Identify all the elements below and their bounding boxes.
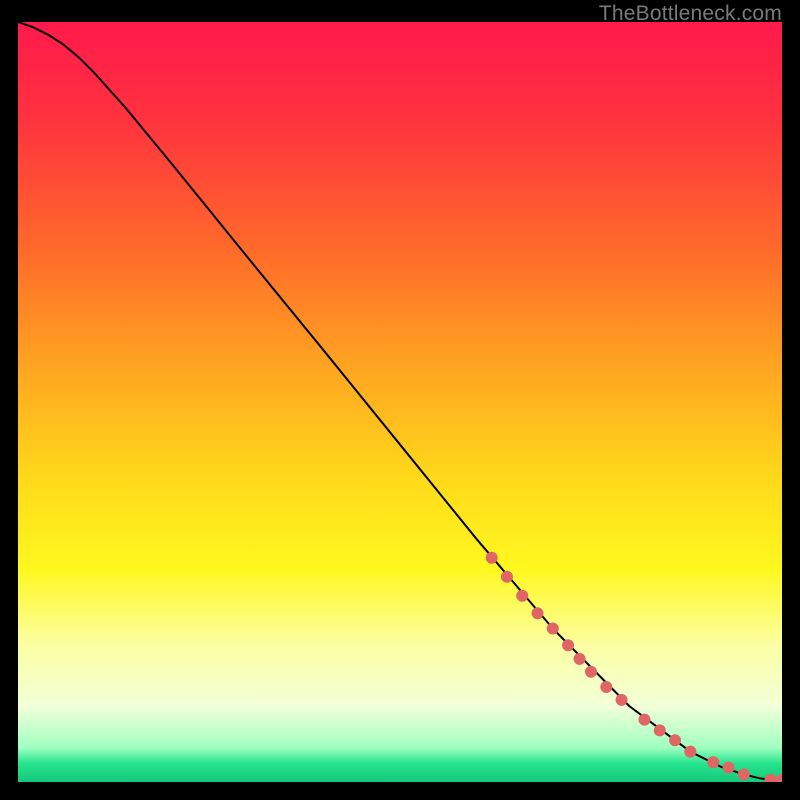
highlight-point	[574, 653, 586, 665]
highlight-point	[486, 552, 498, 564]
chart-background	[18, 22, 782, 782]
highlight-point	[723, 762, 735, 774]
highlight-point	[600, 681, 612, 693]
highlight-point	[684, 746, 696, 758]
highlight-point	[562, 639, 574, 651]
chart-plot	[18, 22, 782, 782]
highlight-point	[532, 607, 544, 619]
highlight-point	[669, 734, 681, 746]
highlight-point	[585, 666, 597, 678]
highlight-point	[547, 622, 559, 634]
highlight-point	[738, 768, 750, 780]
highlight-point	[516, 590, 528, 602]
chart-frame	[18, 22, 782, 782]
highlight-point	[638, 714, 650, 726]
highlight-point	[707, 756, 719, 768]
highlight-point	[501, 571, 513, 583]
highlight-point	[654, 724, 666, 736]
highlight-point	[616, 694, 628, 706]
